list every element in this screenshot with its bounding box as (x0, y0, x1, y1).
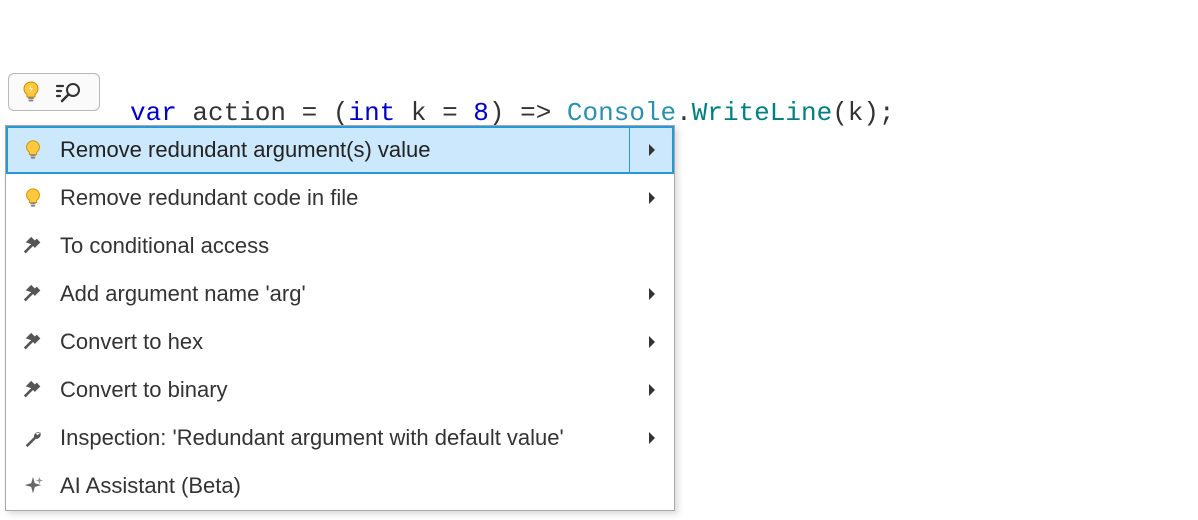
quick-fix-widget[interactable] (8, 73, 100, 111)
submenu-arrow-icon (630, 191, 674, 205)
menu-item-remove-redundant-code[interactable]: Remove redundant code in file (6, 174, 674, 222)
inspect-icon (55, 80, 85, 104)
hammer-icon (6, 283, 60, 305)
menu-item-label: Convert to hex (60, 329, 630, 355)
menu-item-remove-redundant-argument[interactable]: Remove redundant argument(s) value (6, 126, 674, 174)
submenu-arrow-icon (630, 335, 674, 349)
menu-item-label: Add argument name 'arg' (60, 281, 630, 307)
method-writeline: WriteLine (692, 98, 832, 128)
keyword-int: int (348, 98, 395, 128)
menu-item-label: Convert to binary (60, 377, 630, 403)
wrench-icon (6, 427, 60, 449)
sparkle-icon (6, 475, 60, 497)
hammer-icon (6, 379, 60, 401)
menu-item-label: Remove redundant code in file (60, 185, 630, 211)
type-console: Console (567, 98, 676, 128)
hammer-icon (6, 235, 60, 257)
lightbulb-icon (6, 139, 60, 161)
menu-item-ai-assistant[interactable]: AI Assistant (Beta) (6, 462, 674, 510)
lightbulb-icon (19, 80, 43, 104)
submenu-arrow-icon (630, 431, 674, 445)
menu-item-convert-to-hex[interactable]: Convert to hex (6, 318, 674, 366)
lightbulb-icon (6, 187, 60, 209)
menu-item-inspection-redundant-argument[interactable]: Inspection: 'Redundant argument with def… (6, 414, 674, 462)
keyword-var: var (130, 98, 177, 128)
context-actions-menu: Remove redundant argument(s) value Remov… (5, 125, 675, 511)
menu-item-label: Remove redundant argument(s) value (60, 137, 630, 163)
menu-item-to-conditional-access[interactable]: To conditional access (6, 222, 674, 270)
menu-item-label: AI Assistant (Beta) (60, 473, 630, 499)
menu-item-label: To conditional access (60, 233, 630, 259)
submenu-arrow-icon (630, 143, 674, 157)
menu-item-add-argument-name[interactable]: Add argument name 'arg' (6, 270, 674, 318)
menu-item-label: Inspection: 'Redundant argument with def… (60, 425, 630, 451)
menu-item-convert-to-binary[interactable]: Convert to binary (6, 366, 674, 414)
submenu-arrow-icon (630, 383, 674, 397)
submenu-arrow-icon (630, 287, 674, 301)
hammer-icon (6, 331, 60, 353)
